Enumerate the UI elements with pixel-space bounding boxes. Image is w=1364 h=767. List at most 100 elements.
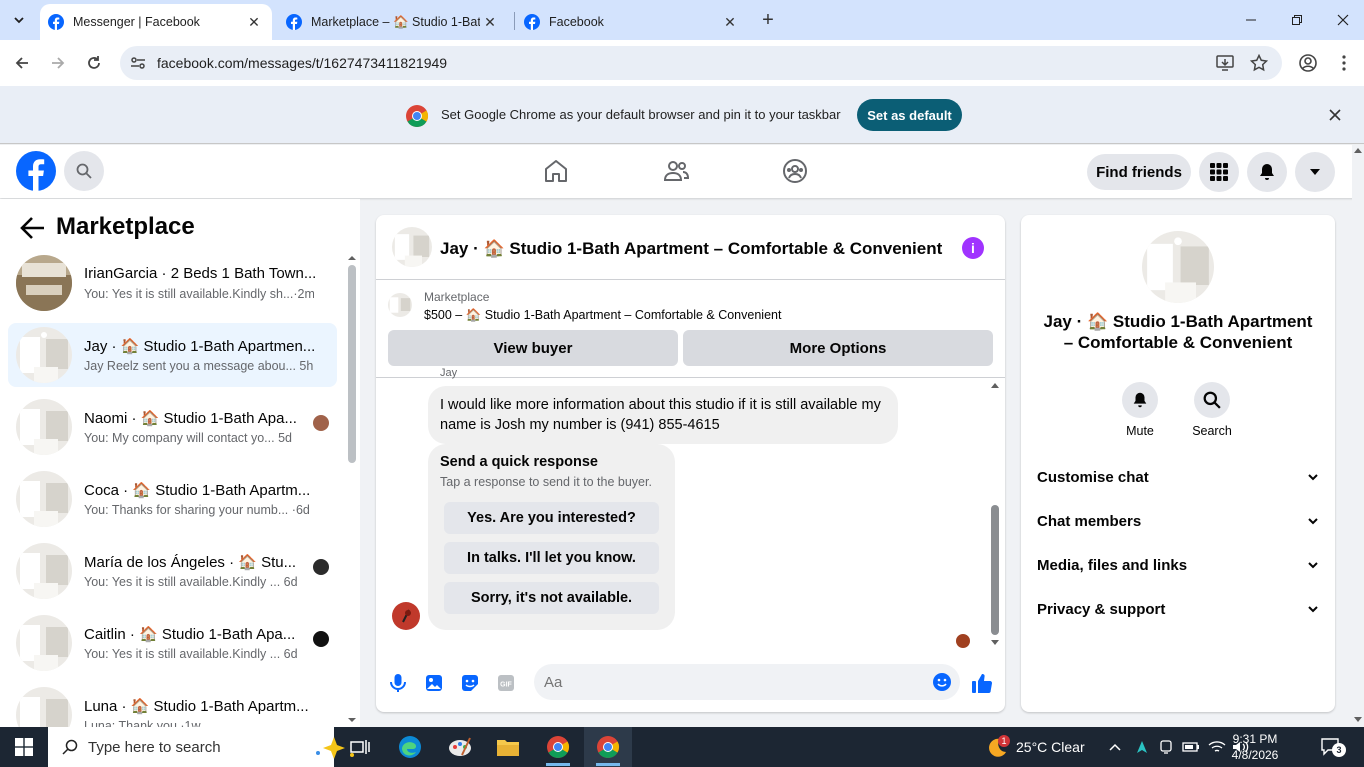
message-input[interactable]: [544, 672, 914, 692]
more-options-button[interactable]: More Options: [683, 330, 993, 366]
photo-icon[interactable]: [422, 671, 446, 695]
notification-center-button[interactable]: 3: [1320, 727, 1346, 767]
groups-icon[interactable]: [782, 158, 808, 184]
arrow-right-icon: [52, 57, 65, 69]
read-receipt-avatar: [313, 559, 329, 575]
section-media-files-links[interactable]: Media, files and links: [1037, 553, 1319, 577]
edge-app[interactable]: [386, 727, 434, 767]
chrome-profile-app[interactable]: [584, 727, 632, 767]
tab-facebook[interactable]: Facebook ✕: [516, 4, 748, 40]
weather-widget[interactable]: 1 25°C Clear: [984, 727, 1085, 767]
message-input-container[interactable]: [534, 664, 960, 700]
close-tab-icon[interactable]: ✕: [480, 12, 500, 32]
chat-avatar[interactable]: [392, 227, 432, 267]
caret-down-icon: [1310, 169, 1320, 175]
conversation-preview: Luna: Thank you ·1w: [84, 719, 201, 727]
arrow-left-icon[interactable]: [18, 215, 46, 241]
taskbar-clock[interactable]: 9:31 PM 4/8/2026: [1220, 731, 1290, 763]
paint-app[interactable]: [436, 727, 484, 767]
sidebar-scrollbar-thumb[interactable]: [348, 265, 356, 463]
back-button[interactable]: [8, 49, 36, 77]
conversation-preview: You: Yes it is still available.Kindly ..…: [84, 647, 298, 661]
facebook-icon: [524, 14, 540, 30]
mute-button[interactable]: Mute: [1110, 382, 1170, 438]
info-icon[interactable]: i: [962, 237, 984, 259]
device-icon[interactable]: [1158, 739, 1174, 755]
close-window-button[interactable]: [1320, 0, 1364, 40]
tab-marketplace[interactable]: Marketplace – 🏠 Studio 1-Bath ✕: [278, 4, 508, 40]
listing-title[interactable]: $500 – 🏠 Studio 1-Bath Apartment – Comfo…: [424, 308, 781, 323]
profile-button[interactable]: [1294, 49, 1322, 77]
close-tab-icon[interactable]: ✕: [244, 12, 264, 32]
section-customise-chat[interactable]: Customise chat: [1037, 465, 1319, 489]
facebook-logo-icon[interactable]: [16, 151, 56, 191]
sticker-icon[interactable]: [458, 671, 482, 695]
tab-search-button[interactable]: [6, 8, 32, 32]
reload-button[interactable]: [80, 49, 108, 77]
taskbar-search[interactable]: Type here to search: [48, 727, 354, 767]
conversation-preview: Jay Reelz sent you a message abou... 5h: [84, 359, 314, 373]
quick-response-card: Send a quick response Tap a response to …: [428, 444, 675, 630]
menu-button[interactable]: [1330, 49, 1358, 77]
conversation-item[interactable]: María de los Ángeles · 🏠 Stu... You: Yes…: [8, 539, 337, 603]
close-tab-icon[interactable]: ✕: [720, 12, 740, 32]
file-explorer-app[interactable]: [484, 727, 532, 767]
search-button[interactable]: [64, 151, 104, 191]
chevron-up-icon[interactable]: [1108, 742, 1122, 752]
tab-messenger[interactable]: Messenger | Facebook ✕: [40, 4, 272, 40]
microphone-icon[interactable]: [386, 671, 410, 695]
quick-response-option[interactable]: Yes. Are you interested?: [444, 502, 659, 534]
chevron-down-icon: [1308, 606, 1318, 613]
new-tab-button[interactable]: +: [758, 9, 778, 31]
install-app-icon[interactable]: [1216, 54, 1234, 72]
menu-grid-button[interactable]: [1199, 152, 1239, 192]
emoji-icon[interactable]: [932, 672, 952, 692]
listing-thumbnail: [16, 327, 72, 383]
conversation-item[interactable]: IrianGarcia · 2 Beds 1 Bath Town... You:…: [8, 251, 337, 315]
default-browser-infobar: Set Google Chrome as your default browse…: [0, 86, 1364, 144]
chat-title[interactable]: Jay · 🏠 Studio 1-Bath Apartment – Comfor…: [440, 239, 942, 259]
task-view-button[interactable]: [336, 727, 384, 767]
battery-icon[interactable]: [1182, 740, 1200, 754]
chevron-down-icon: [14, 17, 24, 24]
start-button[interactable]: [0, 727, 48, 767]
tab-title: Messenger | Facebook: [73, 15, 200, 29]
section-chat-members[interactable]: Chat members: [1037, 509, 1319, 533]
facebook-icon: [48, 14, 64, 30]
profile-icon: [1299, 54, 1317, 72]
app-tray-icon[interactable]: [1134, 739, 1150, 755]
address-bar[interactable]: facebook.com/messages/t/1627473411821949: [120, 46, 1282, 80]
mute-label: Mute: [1126, 424, 1154, 438]
chrome-app[interactable]: [534, 727, 582, 767]
page-scrollbar[interactable]: [1352, 145, 1364, 727]
section-label: Privacy & support: [1037, 600, 1166, 618]
close-icon[interactable]: [1329, 109, 1341, 121]
find-friends-button[interactable]: Find friends: [1087, 154, 1191, 190]
conversation-item[interactable]: Luna · 🏠 Studio 1-Bath Apartm... Luna: T…: [8, 683, 337, 727]
forward-button[interactable]: [44, 49, 72, 77]
conversation-item[interactable]: Coca · 🏠 Studio 1-Bath Apartm... You: Th…: [8, 467, 337, 531]
account-button[interactable]: [1295, 152, 1335, 192]
sender-avatar[interactable]: [392, 602, 420, 630]
chat-scrollbar-thumb[interactable]: [991, 505, 999, 635]
bookmark-star-icon[interactable]: [1250, 54, 1268, 72]
restore-button[interactable]: [1274, 0, 1320, 40]
notifications-button[interactable]: [1247, 152, 1287, 192]
conversation-name: María de los Ángeles · 🏠 Stu...: [84, 554, 297, 571]
section-privacy-support[interactable]: Privacy & support: [1037, 597, 1319, 621]
chevron-down-icon: [1308, 518, 1318, 525]
set-as-default-button[interactable]: Set as default: [857, 99, 962, 131]
quick-response-option[interactable]: In talks. I'll let you know.: [444, 542, 659, 574]
view-buyer-button[interactable]: View buyer: [388, 330, 678, 366]
minimize-button[interactable]: [1228, 0, 1274, 40]
quick-response-option[interactable]: Sorry, it's not available.: [444, 582, 659, 614]
conversation-item-selected[interactable]: Jay · 🏠 Studio 1-Bath Apartmen... Jay Re…: [8, 323, 337, 387]
site-settings-icon[interactable]: [130, 55, 146, 71]
conversation-item[interactable]: Naomi · 🏠 Studio 1-Bath Apa... You: My c…: [8, 395, 337, 459]
conversation-item[interactable]: Caitlin · 🏠 Studio 1-Bath Apa... You: Ye…: [8, 611, 337, 675]
friends-icon[interactable]: [663, 158, 689, 184]
search-in-chat-button[interactable]: Search: [1182, 382, 1242, 438]
gif-icon[interactable]: GIF: [494, 671, 518, 695]
home-icon[interactable]: [543, 158, 569, 184]
thumbs-up-icon[interactable]: [970, 671, 994, 695]
